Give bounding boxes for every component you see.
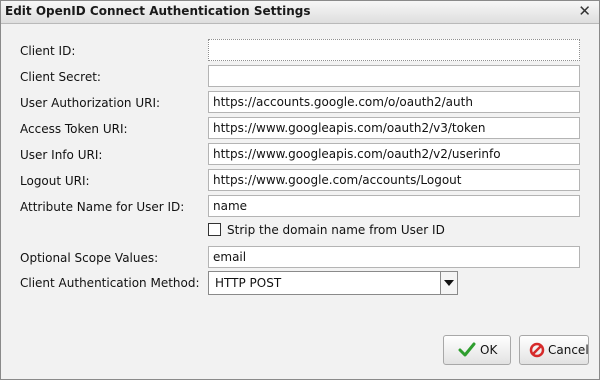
check-icon <box>458 342 476 357</box>
client-auth-method-select[interactable]: HTTP POST <box>208 271 458 295</box>
strip-domain-checkbox[interactable] <box>208 223 221 236</box>
cancel-button[interactable]: Cancel <box>519 335 589 365</box>
client-secret-input[interactable] <box>208 65 580 87</box>
ok-button-label: OK <box>480 343 498 357</box>
scope-values-label: Optional Scope Values: <box>20 251 159 265</box>
client-id-label: Client ID: <box>20 44 76 58</box>
client-auth-method-value: HTTP POST <box>215 276 282 290</box>
dropdown-button[interactable] <box>440 272 457 294</box>
attribute-name-label: Attribute Name for User ID: <box>20 200 185 214</box>
strip-domain-label[interactable]: Strip the domain name from User ID <box>227 223 445 237</box>
ok-button[interactable]: OK <box>443 335 511 365</box>
access-token-uri-label: Access Token URI: <box>20 122 128 136</box>
scope-values-input[interactable]: email <box>208 246 580 268</box>
cancel-icon <box>529 342 545 358</box>
attribute-name-input[interactable]: name <box>208 195 580 217</box>
user-info-uri-label: User Info URI: <box>20 148 103 162</box>
logout-uri-label: Logout URI: <box>20 174 90 188</box>
dialog-title: Edit OpenID Connect Authentication Setti… <box>5 4 311 18</box>
chevron-down-icon <box>444 280 454 286</box>
user-auth-uri-input[interactable]: https://accounts.google.com/o/oauth2/aut… <box>208 91 580 113</box>
dialog-titlebar: Edit OpenID Connect Authentication Setti… <box>1 1 599 24</box>
close-icon[interactable]: ✕ <box>578 2 591 20</box>
access-token-uri-input[interactable]: https://www.googleapis.com/oauth2/v3/tok… <box>208 117 580 139</box>
client-id-input[interactable] <box>208 39 580 61</box>
openid-settings-dialog: Edit OpenID Connect Authentication Setti… <box>0 0 600 380</box>
user-auth-uri-label: User Authorization URI: <box>20 96 161 110</box>
client-auth-method-label: Client Authentication Method: <box>20 276 200 290</box>
user-info-uri-input[interactable]: https://www.googleapis.com/oauth2/v2/use… <box>208 143 580 165</box>
logout-uri-input[interactable]: https://www.google.com/accounts/Logout <box>208 169 580 191</box>
cancel-button-label: Cancel <box>548 343 589 357</box>
client-secret-label: Client Secret: <box>20 70 101 84</box>
